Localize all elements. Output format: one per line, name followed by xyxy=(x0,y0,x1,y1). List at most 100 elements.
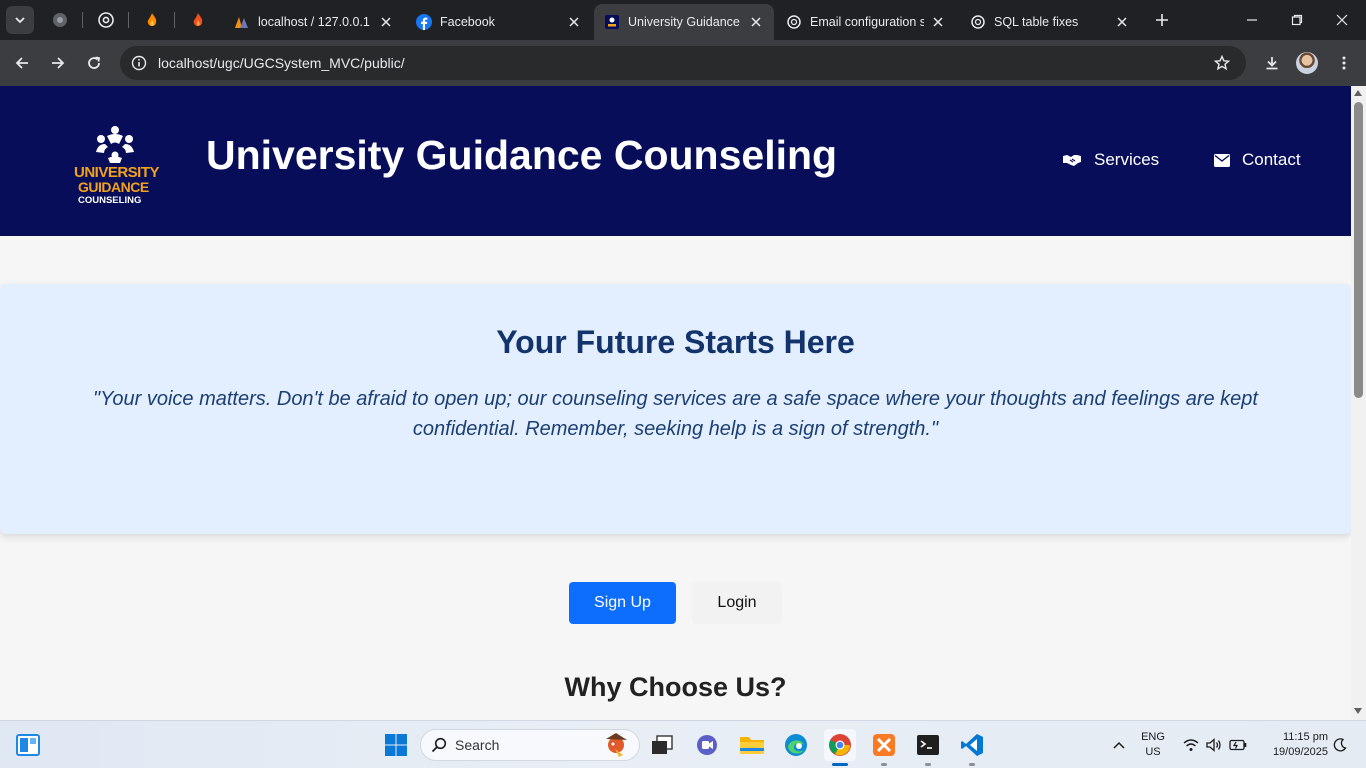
close-icon[interactable] xyxy=(566,14,582,30)
nav-services-label: Services xyxy=(1094,150,1160,169)
start-button[interactable] xyxy=(380,729,412,761)
task-view-button[interactable] xyxy=(646,729,678,761)
edge-button[interactable] xyxy=(780,729,812,761)
pinned-tab-fire-2[interactable] xyxy=(186,8,210,32)
tab-divider xyxy=(82,12,83,28)
tab-phpmyadmin[interactable]: localhost / 127.0.0.1 / xyxy=(224,4,404,40)
close-icon[interactable] xyxy=(748,14,764,30)
menu-button[interactable] xyxy=(1330,49,1358,77)
battery-charging-icon xyxy=(1229,739,1247,751)
page-scrollbar[interactable] xyxy=(1351,86,1366,720)
show-hidden-icons-button[interactable] xyxy=(1110,736,1128,754)
vscode-button[interactable] xyxy=(956,729,988,766)
forward-button[interactable] xyxy=(44,49,72,77)
close-icon[interactable] xyxy=(930,14,946,30)
login-button[interactable]: Login xyxy=(692,582,782,624)
tab-facebook[interactable]: Facebook xyxy=(406,4,592,40)
tab-divider xyxy=(174,12,175,28)
language-indicator[interactable]: ENG US xyxy=(1138,730,1168,760)
tab-sql-table-fixes[interactable]: SQL table fixes xyxy=(960,4,1140,40)
people-circle-icon xyxy=(96,126,134,163)
sign-up-button[interactable]: Sign Up xyxy=(569,582,676,624)
handshake-icon xyxy=(1062,153,1082,167)
arrow-right-icon xyxy=(52,57,65,69)
terminal-button[interactable] xyxy=(912,729,944,766)
widgets-icon xyxy=(16,734,40,756)
vscode-icon xyxy=(961,734,983,756)
taskbar-search[interactable]: Search xyxy=(420,729,640,761)
fire-icon xyxy=(193,13,203,26)
openai-icon xyxy=(970,14,986,30)
tab-title: Facebook xyxy=(440,15,495,29)
facebook-icon xyxy=(416,14,432,30)
close-icon[interactable] xyxy=(378,14,394,30)
why-choose-us-heading: Why Choose Us? xyxy=(564,672,787,702)
url-text[interactable]: localhost/ugc/UGCSystem_MVC/public/ xyxy=(158,55,1212,71)
restore-icon xyxy=(1291,14,1303,26)
teams-chat-button[interactable] xyxy=(691,729,723,761)
site-header: UNIVERSITY GUIDANCE COUNSELING Universit… xyxy=(0,86,1351,236)
xampp-button[interactable] xyxy=(868,729,900,766)
search-highlight-icon xyxy=(606,733,627,757)
site-logo[interactable]: UNIVERSITY GUIDANCE COUNSELING xyxy=(72,124,160,210)
page-viewport: UNIVERSITY GUIDANCE COUNSELING Universit… xyxy=(0,86,1351,720)
widgets-button[interactable] xyxy=(12,729,44,761)
volume-button[interactable] xyxy=(1205,736,1223,754)
scrollbar-thumb[interactable] xyxy=(1354,102,1363,398)
site-logo-icon xyxy=(604,14,620,30)
close-window-button[interactable] xyxy=(1328,6,1356,34)
profile-avatar[interactable] xyxy=(1296,52,1318,74)
envelope-icon xyxy=(1214,153,1230,167)
scroll-up-arrow[interactable] xyxy=(1354,90,1362,96)
browser-toolbar: localhost/ugc/UGCSystem_MVC/public/ xyxy=(0,40,1366,86)
running-app-indicator xyxy=(925,763,931,766)
pinned-tab-globe[interactable] xyxy=(48,8,72,32)
downloads-button[interactable] xyxy=(1258,49,1286,77)
wifi-button[interactable] xyxy=(1182,736,1200,754)
search-icon xyxy=(431,737,447,753)
windows-logo-icon xyxy=(385,734,407,756)
close-icon[interactable] xyxy=(1114,14,1130,30)
moon-icon xyxy=(1333,738,1347,752)
nav-contact-link[interactable]: Contact xyxy=(1214,150,1301,170)
minimize-button[interactable] xyxy=(1238,6,1266,34)
minimize-icon xyxy=(1247,19,1257,21)
more-vertical-icon xyxy=(1342,56,1346,70)
logo-line-counseling: COUNSELING xyxy=(78,195,142,206)
pinned-tab-fire[interactable] xyxy=(140,8,164,32)
nav-contact-label: Contact xyxy=(1242,150,1301,169)
system-clock[interactable]: 11:15 pm 19/09/2025 xyxy=(1256,730,1328,760)
address-bar[interactable]: localhost/ugc/UGCSystem_MVC/public/ xyxy=(120,46,1246,80)
logo-line-guidance: GUIDANCE xyxy=(78,179,149,195)
active-app-indicator xyxy=(832,763,848,766)
arrow-left-icon xyxy=(15,57,28,69)
running-app-indicator xyxy=(969,763,975,766)
edge-icon xyxy=(785,734,807,756)
chrome-icon xyxy=(98,12,114,28)
fire-icon xyxy=(147,13,157,26)
pinned-tab-chrome[interactable] xyxy=(94,8,118,32)
notifications-button[interactable] xyxy=(1331,736,1349,754)
phpmyadmin-icon xyxy=(234,14,250,30)
chrome-taskbar-button[interactable] xyxy=(824,729,856,766)
back-button[interactable] xyxy=(8,49,36,77)
restore-button[interactable] xyxy=(1283,6,1311,34)
new-tab-button[interactable] xyxy=(1150,8,1174,32)
download-icon xyxy=(1266,57,1278,70)
nav-services-link[interactable]: Services xyxy=(1062,150,1159,170)
openai-icon xyxy=(786,14,802,30)
clock-time: 11:15 pm xyxy=(1282,731,1328,743)
globe-icon xyxy=(53,13,67,27)
close-icon xyxy=(1336,14,1348,26)
tab-title: localhost / 127.0.0.1 / xyxy=(258,15,372,29)
battery-button[interactable] xyxy=(1229,736,1247,754)
tab-university-guidance[interactable]: University Guidance C xyxy=(594,4,774,40)
reload-button[interactable] xyxy=(80,49,108,77)
file-explorer-button[interactable] xyxy=(736,729,768,761)
scroll-down-arrow[interactable] xyxy=(1354,708,1362,714)
tab-email-configuration[interactable]: Email configuration s xyxy=(776,4,956,40)
bookmark-star-icon[interactable] xyxy=(1212,53,1232,73)
info-icon[interactable] xyxy=(130,54,148,72)
tab-title: SQL table fixes xyxy=(994,15,1079,29)
tab-search-button[interactable] xyxy=(6,6,34,34)
